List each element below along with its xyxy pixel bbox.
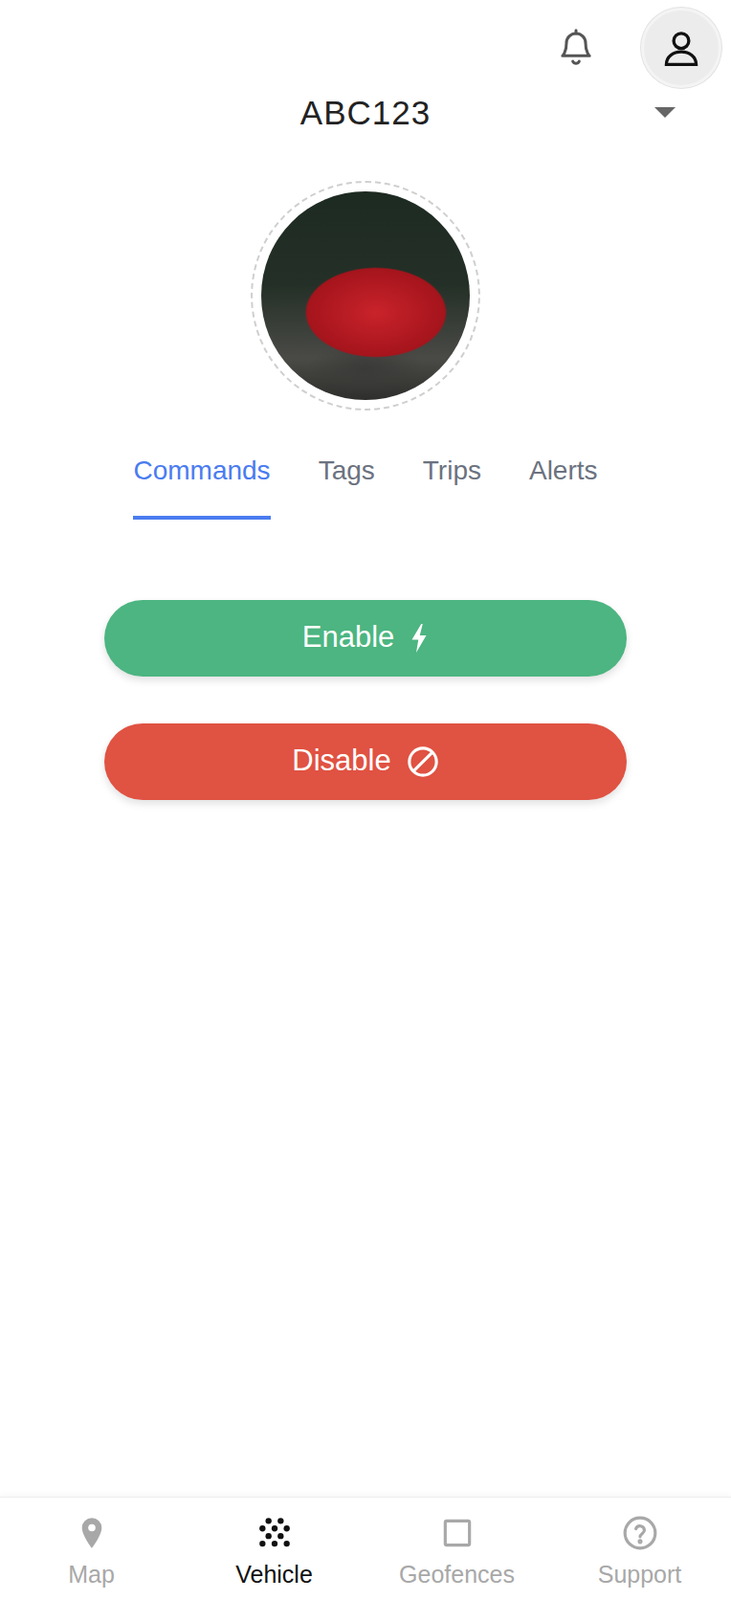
enable-button[interactable]: Enable [104,599,627,677]
command-label: Disable [291,738,391,784]
square-icon [439,1514,476,1551]
nav-label: Vehicle [235,1556,313,1594]
map-pin-icon [73,1514,111,1551]
nav-item[interactable]: Geofences [365,1514,549,1600]
nav-label: Map [67,1556,115,1594]
vehicle-photo-frame [250,180,481,411]
prohibited-icon [406,745,440,778]
command-label: Enable [302,615,396,661]
tab[interactable]: Commands [132,450,270,520]
caret-down-icon [654,107,676,119]
bottom-nav: Map Vehicle Geofences Support [0,1496,731,1600]
notifications-button[interactable] [556,26,596,69]
vehicle-selector: ABC123 [0,88,731,139]
nav-label: Geofences [398,1556,515,1594]
disable-button[interactable]: Disable [104,723,627,800]
vehicle-photo [261,191,470,400]
bell-icon [556,26,596,69]
vehicle-dropdown-button[interactable] [654,107,676,119]
question-circle-icon [621,1514,659,1551]
user-icon [660,26,703,69]
profile-button[interactable] [641,7,722,89]
top-bar [0,0,731,89]
dots-grid-icon [256,1514,293,1551]
command-list: Enable Disable [0,599,731,800]
lightning-icon [409,623,429,653]
nav-item[interactable]: Support [548,1514,731,1600]
tab[interactable]: Alerts [529,450,599,520]
nav-item[interactable]: Vehicle [182,1514,366,1600]
nav-label: Support [598,1556,683,1594]
nav-item[interactable]: Map [0,1514,183,1600]
vehicle-plate: ABC123 [300,88,431,139]
tab[interactable]: Tags [318,450,376,520]
tab-bar: Commands Tags Trips Alerts [0,450,731,520]
tab[interactable]: Trips [422,450,482,520]
